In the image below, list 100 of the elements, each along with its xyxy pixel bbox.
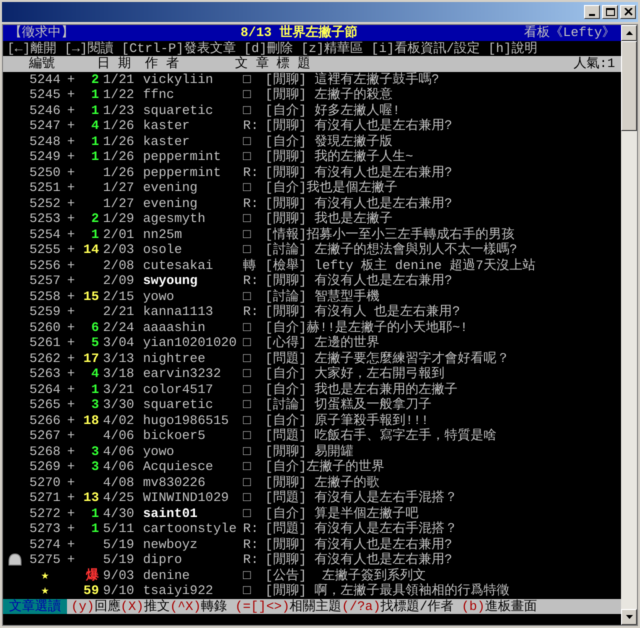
article-title[interactable]: [自介] 原子筆殺手報到!!!	[265, 412, 429, 428]
article-title[interactable]: [心得] 左邊的世界	[265, 335, 380, 350]
article-title[interactable]: [閒聊] 我也是左撇子	[265, 211, 392, 226]
article-title[interactable]: [自介] 大家好，左右開弓報到	[265, 366, 444, 382]
article-title[interactable]: [閒聊] 左撇子的殺意	[265, 87, 392, 102]
article-title[interactable]: [自介]我也是個左撇子	[265, 180, 398, 196]
article-title[interactable]: [閒聊] 這裡有左撇子鼓手嗎?	[265, 72, 440, 87]
article-mark: □	[243, 412, 252, 428]
push-count: 4	[91, 366, 99, 381]
article-mark: □	[243, 474, 252, 490]
shortcut-key[interactable]: (^X)	[170, 598, 202, 614]
article-date: 9/03	[102, 568, 136, 583]
push-count: 2	[91, 211, 99, 226]
article-date: 4/25	[102, 490, 136, 506]
article-title[interactable]: [情報]招募小一至小三左手轉成右手的男孩	[265, 226, 515, 242]
mode-label: 文章選讀	[3, 598, 67, 614]
article-mark: □	[243, 72, 252, 87]
article-title[interactable]: [討論] 智慧型手機	[265, 288, 380, 304]
article-title[interactable]: [閒聊] 我的左撇子人生~	[265, 149, 414, 164]
article-title[interactable]: [問題] 有沒有人是左右手混搭？	[265, 521, 458, 536]
shortcut-key[interactable]: (=[]<>)	[235, 598, 290, 614]
article-mark: □	[243, 211, 252, 226]
push-count: 1	[91, 149, 99, 164]
up-arrow-icon	[626, 31, 632, 35]
plus-sign: +	[67, 474, 75, 490]
article-mark: 轉	[243, 258, 257, 273]
author-name: squaretic	[143, 397, 214, 412]
article-title[interactable]: [自介] 算是半個左撇子吧	[265, 506, 418, 521]
article-title[interactable]: [公告] 左撇子簽到系列文	[265, 568, 426, 583]
article-title[interactable]: [自介] 好多左撇人喔!	[265, 102, 400, 118]
article-title[interactable]: [閒聊] 啊，左撇子最具領袖相的行爲特徵	[265, 583, 510, 598]
article-number: 5252	[28, 196, 62, 211]
author-name: color4517	[143, 382, 214, 397]
author-name: peppermint	[143, 164, 222, 180]
push-count: 1	[91, 226, 99, 242]
article-number: 5269	[28, 459, 62, 474]
article-title[interactable]: [閒聊] 有沒有人也是左右兼用?	[265, 552, 452, 568]
push-count: 1	[91, 521, 99, 536]
author-name: evening	[143, 180, 199, 196]
article-title[interactable]: [討論] 切蛋糕及一般拿刀子	[265, 397, 432, 412]
article-title[interactable]: [自介] 發現左撇子版	[265, 134, 392, 149]
article-title[interactable]: [自介]赫!!是左撇子的小天地耶~!	[265, 320, 468, 335]
plus-sign: +	[67, 490, 75, 505]
article-title[interactable]: [閒聊] 有沒有人也是左右兼用?	[265, 118, 452, 134]
article-title[interactable]: [閒聊] 有沒有人也是左右兼用?	[265, 164, 452, 180]
article-title[interactable]: [問題] 吃飯右手、寫字左手，特質是啥	[265, 428, 496, 444]
plus-sign: +	[67, 521, 75, 536]
shortcut-key[interactable]: (X)	[120, 598, 144, 614]
scroll-down-button[interactable]	[621, 609, 637, 625]
article-title[interactable]: [閒聊] 有沒有人也是左右兼用?	[265, 536, 452, 552]
article-number: 5251	[28, 180, 62, 196]
article-title[interactable]: [閒聊] 有沒有人也是左右兼用?	[265, 196, 452, 211]
article-title[interactable]: [討論] 左撇子的想法會與別人不太一樣嗎?	[265, 242, 518, 258]
shortcut-key[interactable]: (y)	[71, 598, 94, 614]
push-count: 爆	[86, 568, 99, 582]
author-name: yowo	[143, 444, 176, 459]
article-number: 5261	[28, 335, 62, 350]
article-number: 5267	[28, 428, 62, 444]
maximize-button[interactable]	[602, 5, 618, 19]
article-mark: □	[243, 226, 252, 242]
article-title[interactable]: [自介]左撇子的世界	[265, 459, 385, 474]
author-name: nn25m	[143, 226, 184, 242]
article-mark: □	[243, 428, 252, 444]
article-mark: □	[243, 366, 252, 382]
plus-sign: +	[67, 242, 75, 257]
article-mark: R:	[243, 304, 260, 320]
article-title[interactable]: [閒聊] 易開罐	[265, 444, 354, 459]
minimize-button[interactable]	[584, 5, 600, 19]
close-button[interactable]	[620, 5, 636, 19]
article-mark: □	[243, 288, 252, 304]
article-number: 5245	[28, 87, 62, 102]
scrollbar[interactable]	[621, 25, 637, 625]
article-number: ★	[40, 568, 50, 583]
article-title[interactable]: [閒聊] 有沒有人 也是左右兼用?	[265, 304, 460, 320]
maximize-icon	[606, 8, 614, 16]
article-date: 4/06	[102, 444, 136, 459]
scroll-up-button[interactable]	[621, 25, 637, 41]
article-title[interactable]: [問題] 左撇子要怎麼練習字才會好看呢？	[265, 350, 510, 366]
scroll-thumb[interactable]	[621, 41, 637, 131]
article-title[interactable]: [閒聊] 左撇子的歌	[265, 474, 380, 490]
plus-sign: +	[67, 444, 75, 458]
article-mark: R:	[243, 164, 260, 180]
push-count: 1	[91, 506, 99, 520]
article-mark: □	[243, 335, 252, 350]
article-title[interactable]: [自介] 我也是左右兼用的左撇子	[265, 382, 458, 397]
article-title[interactable]: [閒聊] 有沒有人也是左右兼用?	[265, 273, 452, 288]
article-title[interactable]: [問題] 有沒有人是左右手混搭？	[265, 490, 458, 506]
shortcut-key[interactable]: (b)	[461, 598, 485, 614]
author-name: tsaiyi922	[143, 583, 214, 598]
board-name: 看板《Lefty》	[524, 25, 615, 40]
author-name: cutesakai	[143, 258, 214, 273]
article-title[interactable]: [檢舉] lefty 板主 denine 超過7天沒上站	[265, 258, 536, 273]
author-name: vickyliin	[143, 72, 214, 87]
article-date: 5/11	[102, 521, 136, 536]
popularity-count: 人氣:1	[573, 56, 615, 72]
plus-sign: +	[67, 320, 75, 334]
push-count: 18	[83, 412, 99, 428]
article-number: 5266	[28, 412, 62, 428]
plus-sign: +	[67, 536, 75, 552]
shortcut-key[interactable]: (/?a)	[342, 598, 381, 614]
